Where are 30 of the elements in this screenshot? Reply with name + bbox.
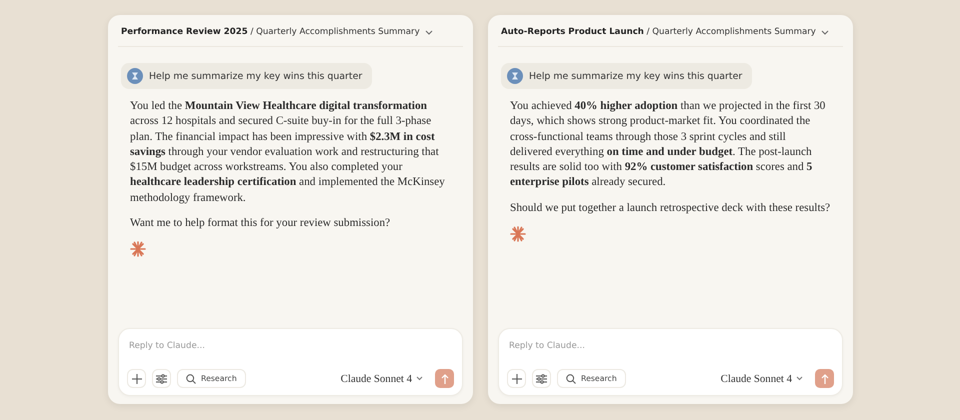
chevron-down-icon	[416, 376, 423, 381]
response-paragraph: Should we put together a launch retrospective deck with these results?	[510, 200, 831, 216]
prompt-text: Help me summarize my key wins this quarter	[529, 70, 742, 82]
response-paragraph: You led the Mountain View Healthcare digital transformation across 12 hospitals and secured C-suite buy-in for the full 3-phase plan. The financial impact has been impressive with $2.3M in cost savings through your vendor evaluation work and restructuring that $15M budget across workstreams. You also completed your healthcare leadership certification and implemented the McKinsey methodology framework.	[130, 99, 446, 206]
chevron-down-icon[interactable]	[424, 30, 433, 34]
add-button[interactable]	[507, 369, 526, 388]
avatar-icon	[127, 68, 143, 84]
sliders-icon	[156, 374, 167, 384]
spark-icon	[510, 226, 526, 242]
arrow-up-icon	[820, 374, 828, 384]
plus-icon	[512, 374, 522, 384]
response-paragraph: Want me to help format this for your review submission?	[130, 216, 392, 232]
settings-button[interactable]	[152, 369, 171, 388]
avatar-icon	[507, 68, 523, 84]
arrow-up-icon	[440, 374, 448, 384]
sliders-icon	[536, 374, 547, 384]
chevron-down-icon	[796, 376, 803, 381]
chat-title[interactable]: Auto-Reports Product Launch / Quarterly Accomplishments Summary	[501, 27, 816, 37]
response-paragraph: You achieved 40% higher adoption than we projected in the first 30 days, which shows strong product-market fit. You coordinated the cross-functional teams through those 3 sprint cycles and still delivered everything on time and under budget. The post-launch results are solid too with 92% customer satisfaction scores and 5 enterprise pilots already secured.	[510, 99, 826, 190]
add-button[interactable]	[127, 369, 146, 388]
chat-title[interactable]: Performance Review 2025 / Quarterly Accomplishments Summary	[121, 27, 420, 37]
search-icon	[566, 374, 576, 384]
plus-icon	[132, 374, 142, 384]
search-icon	[186, 374, 196, 384]
chevron-down-icon[interactable]	[820, 30, 829, 34]
prompt-text: Help me summarize my key wins this quarter	[149, 70, 362, 82]
spark-icon	[130, 241, 146, 258]
model-selector[interactable]: Claude Sonnet 4	[714, 372, 809, 384]
settings-button[interactable]	[532, 369, 551, 388]
model-selector[interactable]: Claude Sonnet 4	[334, 372, 429, 384]
